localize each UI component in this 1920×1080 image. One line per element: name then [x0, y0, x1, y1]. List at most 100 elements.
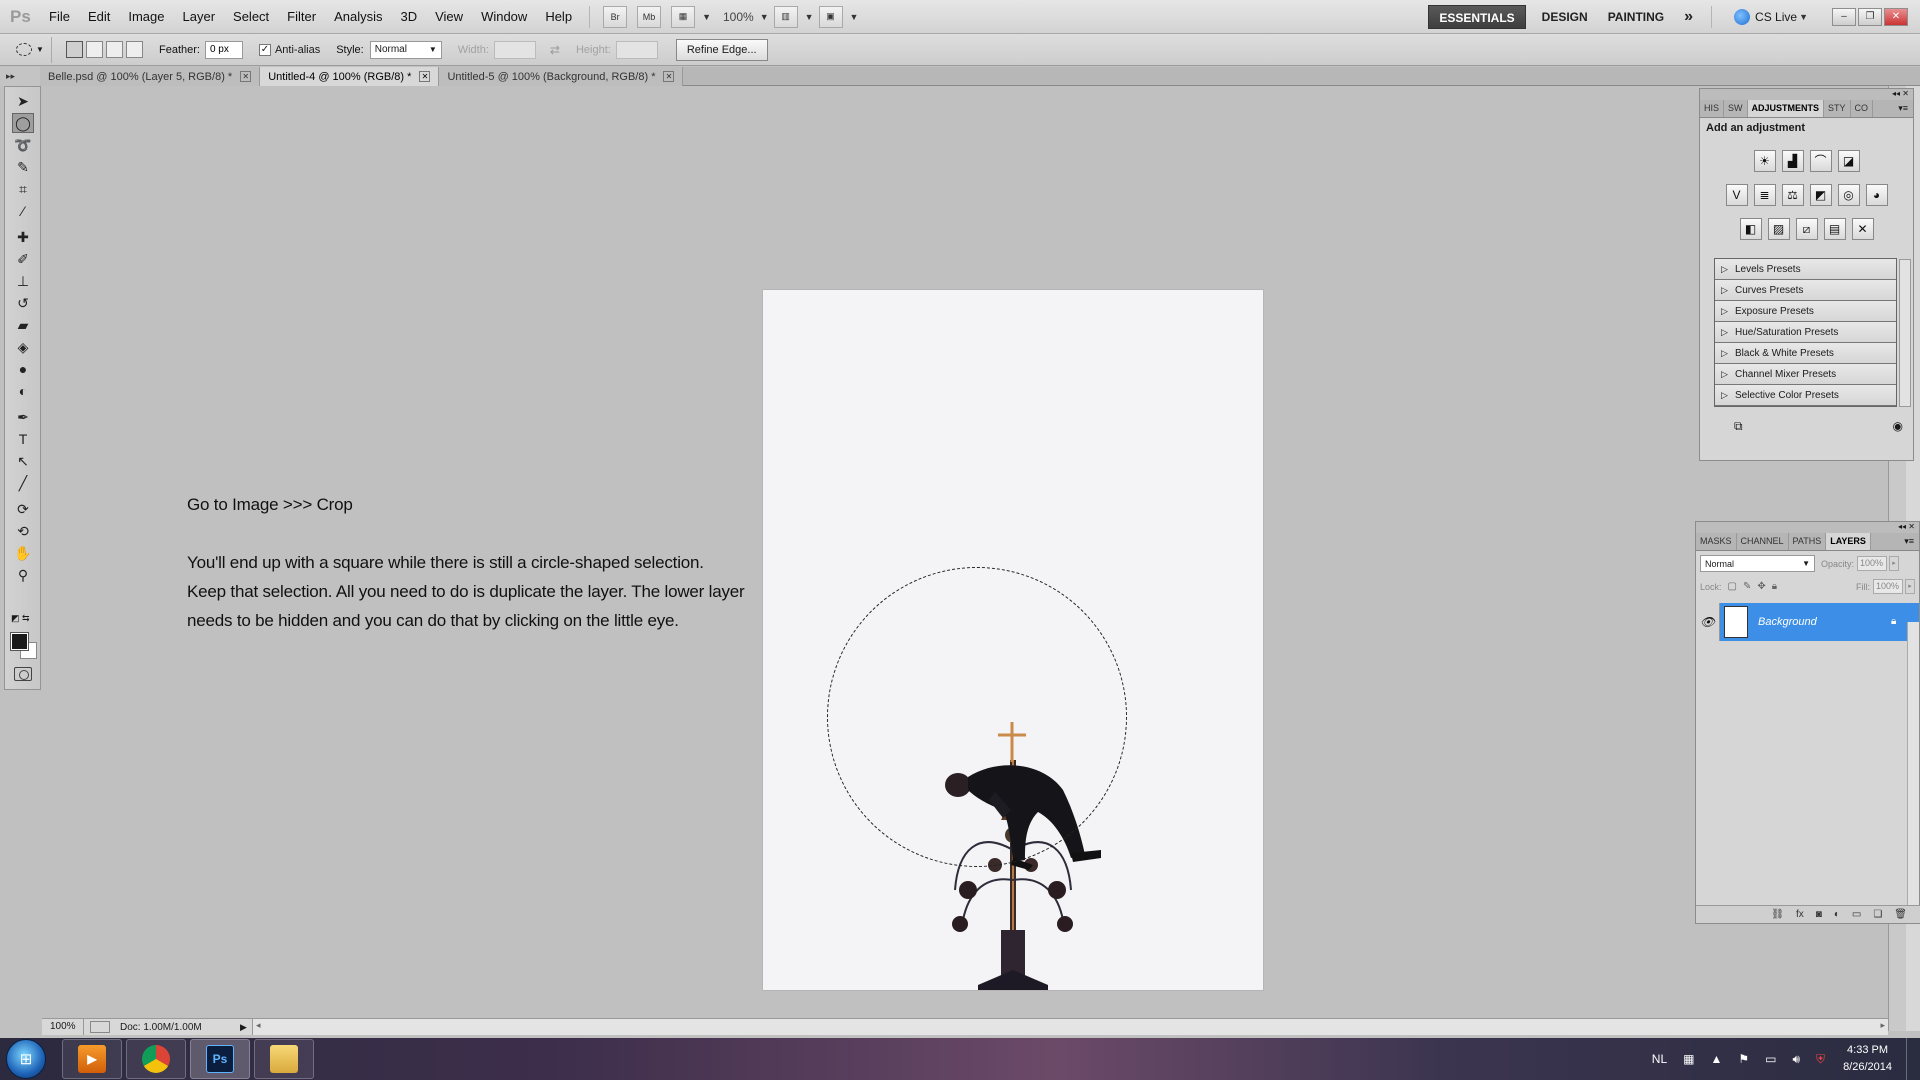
- healing-brush-tool-icon[interactable]: ✚: [12, 227, 34, 247]
- brush-tool-icon[interactable]: ✐: [12, 249, 34, 269]
- 3d-rotate-tool-icon[interactable]: ⟳: [12, 499, 34, 519]
- chevron-down-icon[interactable]: ▼: [702, 12, 711, 22]
- menu-file[interactable]: File: [40, 0, 79, 34]
- panel-menu-icon[interactable]: ▾≡: [1904, 533, 1919, 550]
- adjustment-options-icon[interactable]: ◉: [1893, 419, 1903, 434]
- workspace-painting[interactable]: PAINTING: [1598, 5, 1674, 29]
- new-layer-icon[interactable]: ❏: [1873, 906, 1882, 923]
- intersect-selection-button[interactable]: [126, 41, 143, 58]
- subtract-from-selection-button[interactable]: [106, 41, 123, 58]
- tab-adjustments[interactable]: ADJUSTMENTS: [1747, 100, 1825, 117]
- layer-name[interactable]: Background: [1758, 616, 1891, 628]
- trash-icon[interactable]: 🗑︎: [1894, 906, 1907, 923]
- style-select[interactable]: Normal ▼: [369, 40, 442, 59]
- path-selection-tool-icon[interactable]: ↖: [12, 451, 34, 471]
- start-button[interactable]: ⊞: [6, 1039, 46, 1079]
- menu-filter[interactable]: Filter: [278, 0, 325, 34]
- exposure-icon[interactable]: ◪: [1837, 150, 1860, 172]
- refine-edge-button[interactable]: Refine Edge...: [675, 38, 768, 61]
- tab-untitled-4[interactable]: Untitled-4 @ 100% (RGB/8) * ✕: [260, 67, 440, 86]
- clone-stamp-tool-icon[interactable]: ⊥: [12, 271, 34, 291]
- brightness-contrast-icon[interactable]: ☀: [1753, 150, 1776, 172]
- add-mask-icon[interactable]: ◙: [1816, 906, 1822, 923]
- preset-selective-color[interactable]: ▷ Selective Color Presets: [1715, 385, 1896, 406]
- black-white-icon[interactable]: ◩: [1809, 184, 1832, 206]
- hand-tool-icon[interactable]: ✋: [12, 543, 34, 563]
- show-hidden-icons-icon[interactable]: ▲: [1710, 1052, 1722, 1066]
- posterize-icon[interactable]: ▨: [1767, 218, 1790, 240]
- feather-input[interactable]: [204, 40, 243, 59]
- menu-window[interactable]: Window: [472, 0, 536, 34]
- dodge-tool-icon[interactable]: ◐: [12, 381, 34, 401]
- close-button[interactable]: ✕: [1884, 8, 1908, 26]
- status-menu-arrow-icon[interactable]: ▶: [240, 1022, 252, 1033]
- pen-tool-icon[interactable]: ✒: [12, 407, 34, 427]
- zoom-tool-icon[interactable]: ⚲: [12, 565, 34, 585]
- workspace-more-button[interactable]: »: [1674, 5, 1703, 29]
- tool-preset-picker[interactable]: ▼: [16, 36, 52, 63]
- menu-analysis[interactable]: Analysis: [325, 0, 391, 34]
- photo-filter-icon[interactable]: ◎: [1837, 184, 1860, 206]
- threshold-icon[interactable]: ⧄: [1795, 218, 1818, 240]
- tab-layers[interactable]: LAYERS: [1826, 533, 1871, 550]
- lock-all-icon[interactable]: 🔒︎: [1772, 581, 1777, 592]
- elliptical-marquee-tool-icon[interactable]: ◯: [12, 113, 34, 133]
- taskbar-photoshop[interactable]: Ps: [190, 1039, 250, 1079]
- layers-scrollbar[interactable]: [1907, 622, 1919, 910]
- lock-position-icon[interactable]: ✥: [1757, 581, 1765, 592]
- menu-select[interactable]: Select: [224, 0, 278, 34]
- fill-slider-arrow-icon[interactable]: ▸: [1905, 579, 1915, 594]
- volume-icon[interactable]: 🔊︎: [1792, 1052, 1800, 1067]
- add-to-selection-button[interactable]: [86, 41, 103, 58]
- network-icon[interactable]: ▭: [1765, 1052, 1776, 1066]
- new-adjustment-layer-icon[interactable]: ◐: [1834, 906, 1840, 923]
- preset-hue-saturation[interactable]: ▷ Hue/Saturation Presets: [1715, 322, 1896, 343]
- paint-bucket-tool-icon[interactable]: ◈: [12, 337, 34, 357]
- history-brush-tool-icon[interactable]: ↺: [12, 293, 34, 313]
- status-zoom[interactable]: 100%: [42, 1019, 84, 1035]
- toolbar-collapse-button[interactable]: ▸▸: [0, 67, 40, 86]
- antialias-checkbox[interactable]: ✓: [258, 43, 271, 56]
- move-tool-icon[interactable]: ➤: [12, 91, 34, 111]
- opacity-input[interactable]: 100%: [1857, 556, 1888, 571]
- height-input[interactable]: [615, 40, 658, 59]
- tab-paths[interactable]: PATHS: [1789, 533, 1827, 550]
- tab-swatches[interactable]: SW: [1724, 100, 1748, 117]
- channel-mixer-icon[interactable]: ◕: [1865, 184, 1888, 206]
- fill-input[interactable]: 100%: [1873, 579, 1903, 594]
- tab-histogram[interactable]: HIS: [1700, 100, 1725, 117]
- close-icon[interactable]: ✕: [663, 71, 675, 82]
- preset-black-white[interactable]: ▷ Black & White Presets: [1715, 343, 1896, 364]
- clip-to-layer-icon[interactable]: ⧉: [1734, 419, 1743, 434]
- width-input[interactable]: [493, 40, 536, 59]
- panel-collapse-bar[interactable]: ◂◂ ✕: [1696, 522, 1919, 533]
- taskbar-chrome[interactable]: [126, 1039, 186, 1079]
- workspace-essentials[interactable]: ESSENTIALS: [1428, 5, 1526, 29]
- chevron-down-icon[interactable]: ▼: [850, 12, 859, 22]
- lasso-tool-icon[interactable]: ➰: [12, 135, 34, 155]
- system-clock[interactable]: 4:33 PM 8/26/2014: [1843, 1042, 1892, 1076]
- menu-edit[interactable]: Edit: [79, 0, 119, 34]
- close-icon[interactable]: ✕: [240, 71, 252, 82]
- quick-selection-tool-icon[interactable]: ✎: [12, 157, 34, 177]
- crop-tool-icon[interactable]: ⌗: [12, 179, 34, 199]
- foreground-color-swatch[interactable]: [10, 632, 29, 651]
- tab-styles[interactable]: STY: [1824, 100, 1851, 117]
- tab-channels[interactable]: CHANNEL: [1737, 533, 1789, 550]
- vibrance-icon[interactable]: V: [1725, 184, 1748, 206]
- tab-belle[interactable]: Belle.psd @ 100% (Layer 5, RGB/8) * ✕: [40, 67, 261, 86]
- language-indicator[interactable]: NL: [1652, 1052, 1667, 1066]
- eyedropper-tool-icon[interactable]: ⁄: [12, 201, 34, 221]
- invert-icon[interactable]: ◧: [1739, 218, 1762, 240]
- zoom-level[interactable]: 100%: [723, 10, 754, 24]
- preset-curves[interactable]: ▷ Curves Presets: [1715, 280, 1896, 301]
- preset-channel-mixer[interactable]: ▷ Channel Mixer Presets: [1715, 364, 1896, 385]
- 3d-orbit-tool-icon[interactable]: ⟲: [12, 521, 34, 541]
- tab-untitled-5[interactable]: Untitled-5 @ 100% (Background, RGB/8) * …: [439, 67, 684, 86]
- tray-app-icon[interactable]: ▦: [1683, 1052, 1694, 1066]
- panel-menu-icon[interactable]: ▾≡: [1898, 100, 1913, 117]
- view-extras-button[interactable]: ▦: [671, 5, 696, 28]
- tab-masks[interactable]: MASKS: [1696, 533, 1737, 550]
- lock-pixels-icon[interactable]: ✎: [1743, 581, 1751, 592]
- panel-collapse-bar[interactable]: ◂◂ ✕: [1700, 89, 1913, 100]
